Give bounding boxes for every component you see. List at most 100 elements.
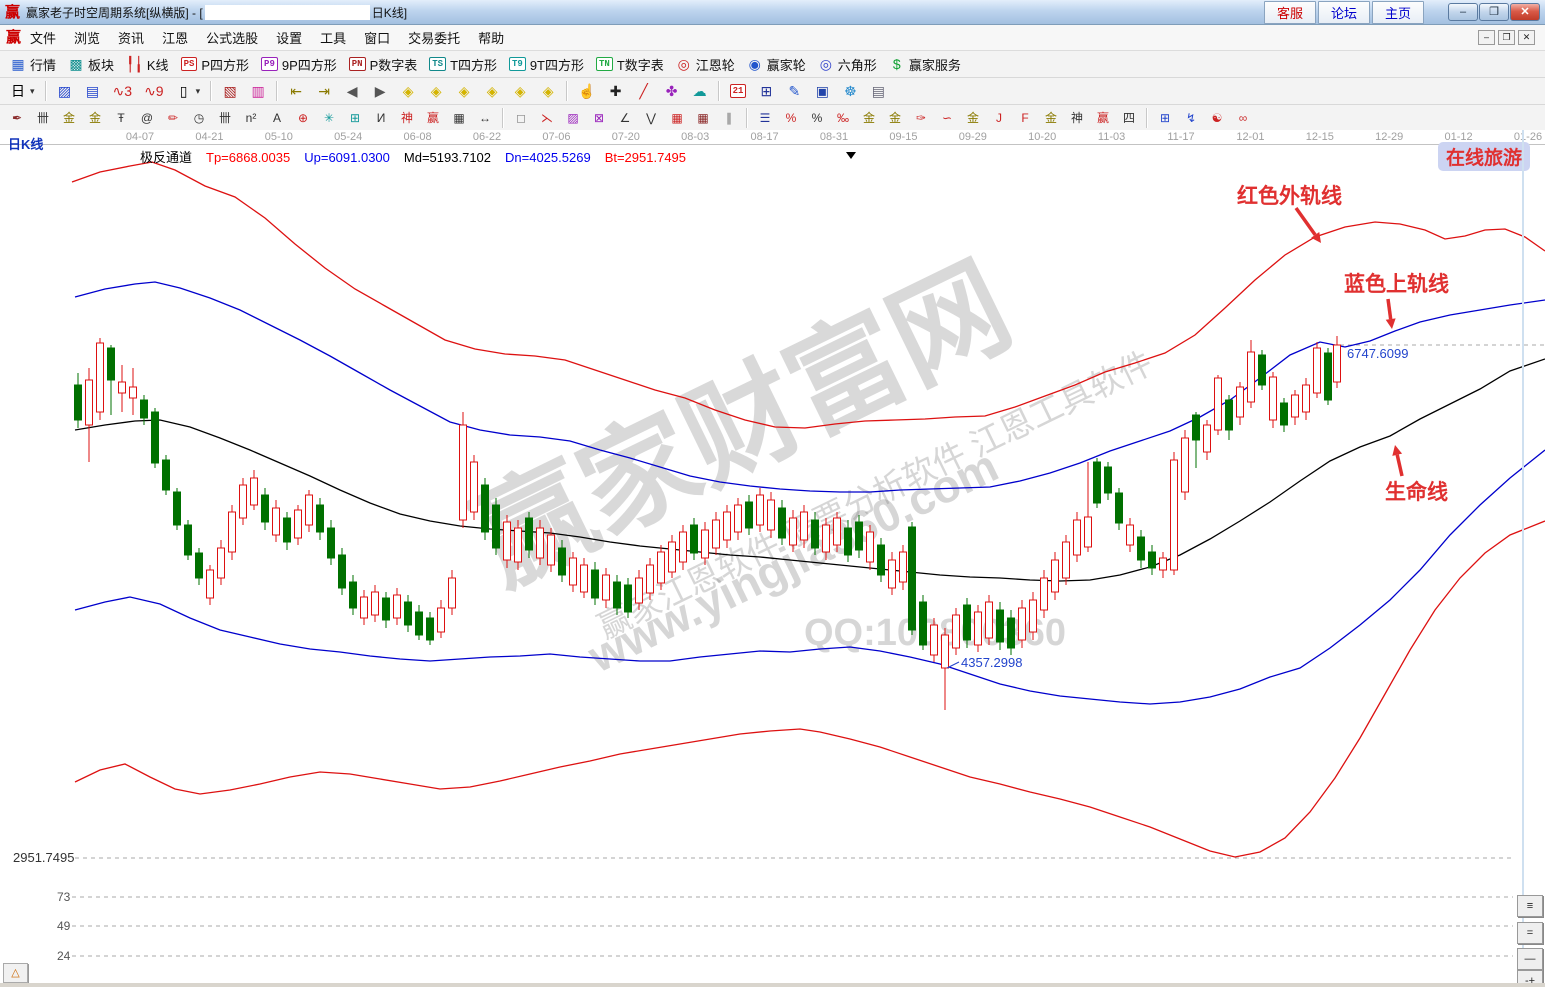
home-button[interactable]: 主页 [1372,1,1424,24]
minimize-button[interactable]: – [1448,3,1478,21]
angle-tool-button[interactable]: ∠ [612,110,638,126]
calendar-button[interactable]: 21 [724,82,753,100]
pct-lines-button[interactable]: ‰ [830,110,856,126]
crosshair-tool-button[interactable]: ✚ [602,82,630,100]
notes-button[interactable]: ✎ [780,82,808,100]
mdi-close-button[interactable]: ✕ [1518,30,1535,45]
grid-dark-button[interactable]: ▦ [690,110,716,126]
gann-flower-button[interactable]: ✤ [658,82,686,100]
grid-red-button[interactable]: ▦ [664,110,690,126]
region-stats-button[interactable]: ▨ [51,82,79,100]
horizontal-scrollbar[interactable] [0,983,1545,987]
gold-gauge-button[interactable]: 金 [56,110,82,126]
f-gauge-button[interactable]: Ŧ [108,110,134,126]
chart-svg[interactable]: 赢家财富网赢家江恩软件 股票分析软件 江恩工具软件www.yingjia360.… [0,130,1545,987]
nine-t-square-button[interactable]: T99T四方形 [503,53,590,76]
forum-button[interactable]: 论坛 [1318,1,1370,24]
menu-stock-picker[interactable]: 公式选股 [197,25,267,50]
f-angle-button[interactable]: F [1012,110,1038,126]
n-marks-button[interactable]: И [368,110,394,126]
gann-diamond-x-button[interactable]: ◈ [478,82,506,100]
prev-bar-button[interactable]: ◀ [338,82,366,100]
print-button[interactable]: ▤ [864,82,892,100]
star-circle-button[interactable]: ✳ [316,110,342,126]
ying-tool-button[interactable]: 赢 [420,110,446,126]
menu-help[interactable]: 帮助 [469,25,513,50]
comb-button[interactable]: 卌 [30,110,56,126]
h-arrows-button[interactable]: ↔ [472,110,498,126]
pattern-mark-button[interactable]: ▧ [216,82,244,100]
quotes-button[interactable]: ▦行情 [4,53,62,76]
sectors-button[interactable]: ▩板块 [62,53,120,76]
menu-news[interactable]: 资讯 [109,25,153,50]
red-outer-line-note[interactable]: 红色外轨线 [1237,180,1342,210]
calculator-button[interactable]: ⊞ [752,82,780,100]
winner-service-button[interactable]: $赢家服务 [883,53,967,76]
mdi-restore-button[interactable]: ❐ [1498,30,1515,45]
taiji-button[interactable]: ☯ [1204,110,1230,126]
pane-one-line-button[interactable]: — [1517,948,1543,970]
pane-two-lines-button[interactable]: = [1517,922,1543,944]
gann-diamond-star-button[interactable]: ◈ [506,82,534,100]
support-button[interactable]: 客服 [1264,1,1316,24]
menu-tools[interactable]: 工具 [311,25,355,50]
wave-3-button[interactable]: ∿3 [107,82,139,100]
brush-button[interactable]: ✒ [4,110,30,126]
parallels-button[interactable]: ∥ [716,110,742,126]
pane-three-lines-button[interactable]: ≡ [1517,895,1543,917]
four-angle-button[interactable]: 四 [1116,110,1142,126]
ink-brush-button[interactable]: ✑ [908,110,934,126]
info-view-button[interactable]: ▤ [79,82,107,100]
menu-settings[interactable]: 设置 [267,25,311,50]
fan2-button[interactable]: ⊠ [586,110,612,126]
gold-band-button[interactable]: 金 [882,110,908,126]
red-fan-button[interactable]: ⋋ [534,110,560,126]
t-square-button[interactable]: TST四方形 [423,53,503,76]
nine-p-square-button[interactable]: P99P四方形 [255,53,343,76]
menu-browse[interactable]: 浏览 [65,25,109,50]
hexagon-button[interactable]: ◎六角形 [812,53,883,76]
expand-subpanel-button[interactable]: △ [3,963,28,983]
price-ladder-button[interactable]: ☰ [752,110,778,126]
purple-fan-button[interactable]: ▨ [560,110,586,126]
hand-tool-button[interactable]: ☝ [572,82,601,100]
p-square-button[interactable]: PSP四方形 [175,53,255,76]
menu-window[interactable]: 窗口 [355,25,399,50]
ruler-grid-button[interactable]: ▦ [446,110,472,126]
time-clock-button[interactable]: ◷ [186,110,212,126]
grid-circle-button[interactable]: ⊞ [342,110,368,126]
gann-diamond-grid-button[interactable]: ◈ [534,82,562,100]
frame-tool-button[interactable]: ◻ [508,110,534,126]
gann-diamond-right-button[interactable]: ◈ [422,82,450,100]
grid-cell-button[interactable]: ⊞ [1152,110,1178,126]
web-sync-button[interactable]: ☸ [836,82,864,100]
first-bar-button[interactable]: ⇤ [282,82,310,100]
gold-band2-button[interactable]: 金 [960,110,986,126]
shen-angle-button[interactable]: 神 [1064,110,1090,126]
mini-chart-button[interactable]: ↯ [1178,110,1204,126]
cloud-tool-button[interactable]: ☁ [686,82,714,100]
comb2-button[interactable]: 卌 [212,110,238,126]
menu-file[interactable]: 文件 [21,25,65,50]
blue-upper-line-note[interactable]: 蓝色上轨线 [1344,268,1449,298]
kline-button[interactable]: ╿╽K线 [120,53,175,76]
last-bar-button[interactable]: ⇥ [310,82,338,100]
mdi-minimize-button[interactable]: – [1478,30,1495,45]
gold-angle-button[interactable]: 金 [1038,110,1064,126]
save-button[interactable]: ▣ [808,82,836,100]
stock-name-tag[interactable]: 在线旅游 [1438,142,1530,171]
gann-circle-button[interactable]: ⊕ [290,110,316,126]
spiral-button[interactable]: @ [134,110,160,126]
ying-angle-button[interactable]: 赢 [1090,110,1116,126]
p-number-table-button[interactable]: PNP数字表 [343,53,423,76]
t-number-table-button[interactable]: TNT数字表 [590,53,670,76]
gann-diamond-h-button[interactable]: ◈ [450,82,478,100]
pct-frame-button[interactable]: % [778,110,804,126]
gold-coin-button[interactable]: 金 [856,110,882,126]
volume-profile-button[interactable]: ▥ [244,82,272,100]
shen-tool-button[interactable]: 神 [394,110,420,126]
restore-button[interactable]: ❐ [1479,3,1509,21]
j-angle-button[interactable]: J [986,110,1012,126]
close-button[interactable]: ✕ [1510,3,1540,21]
chart-panel[interactable]: 赢家财富网赢家江恩软件 股票分析软件 江恩工具软件www.yingjia360.… [0,130,1545,987]
